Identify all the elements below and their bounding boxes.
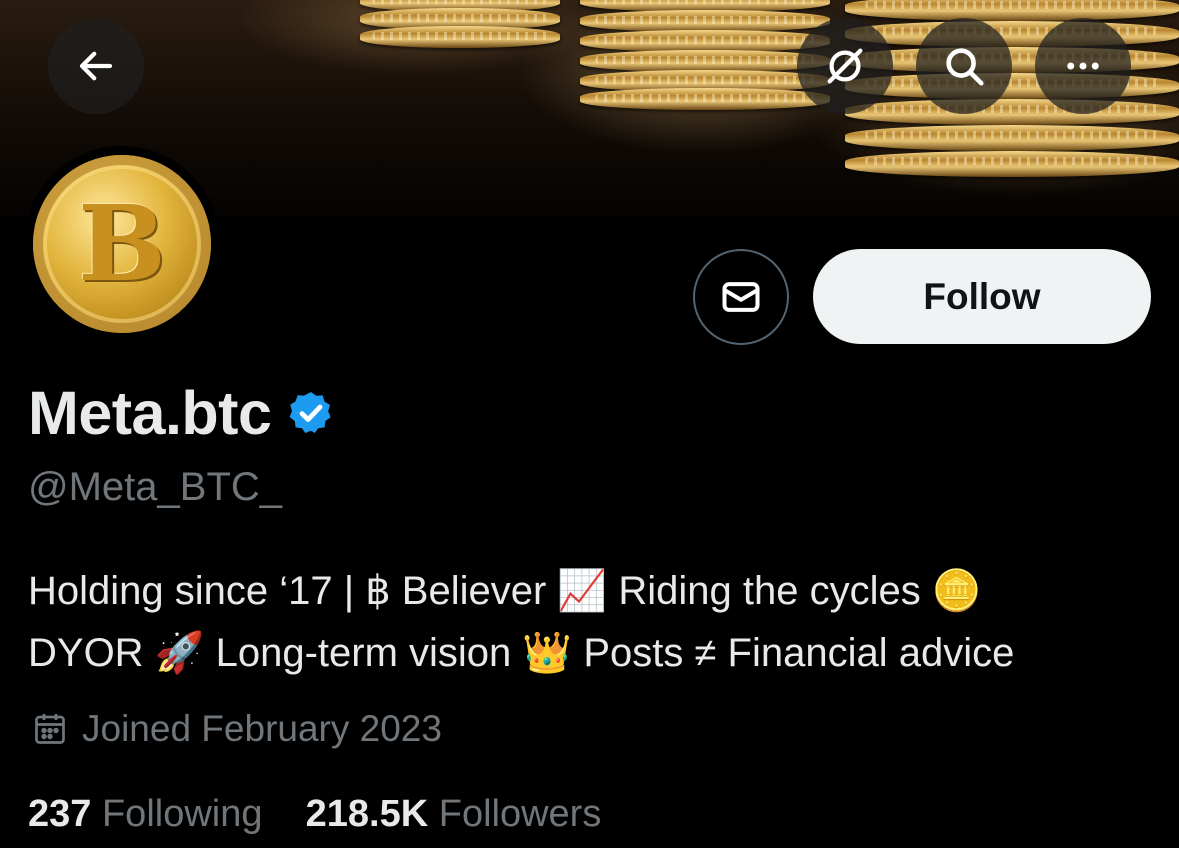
- envelope-icon: [722, 282, 760, 312]
- display-name: Meta.btc: [28, 379, 272, 447]
- search-button[interactable]: [916, 18, 1012, 114]
- back-button[interactable]: [48, 18, 144, 114]
- bitcoin-coin-image: B: [33, 155, 211, 333]
- arrow-left-icon: [79, 51, 113, 81]
- verified-badge-icon[interactable]: [287, 389, 335, 437]
- search-icon: [946, 48, 984, 86]
- coin-stack-right: [845, 0, 1179, 205]
- calendar-icon: [35, 714, 65, 744]
- followers-count: 218.5K: [305, 793, 429, 835]
- bitcoin-logo-icon: B: [78, 182, 166, 305]
- coin-stack-left: [360, 0, 560, 50]
- followers-label: Followers: [438, 793, 602, 835]
- avatar[interactable]: B: [24, 146, 220, 342]
- bio-line-1: Holding since ‘17 | ฿ Believer 📈 Riding …: [28, 569, 982, 613]
- grok-slash-circle-icon: [827, 48, 863, 84]
- follow-stats: 237 Following 218.5K Followers: [28, 793, 601, 836]
- more-button[interactable]: [1035, 18, 1131, 114]
- message-button[interactable]: [693, 249, 789, 345]
- following-label: Following: [101, 793, 263, 835]
- following-link[interactable]: 237 Following: [28, 793, 273, 835]
- coin-stack-center: [580, 0, 830, 120]
- bio-line-2: DYOR 🚀 Long-term vision 👑 Posts ≠ Financ…: [28, 631, 1015, 675]
- grok-button[interactable]: [797, 18, 893, 114]
- bio: Holding since ‘17 | ฿ Believer 📈 Riding …: [28, 560, 1158, 684]
- handle: @Meta_BTC_: [28, 465, 283, 509]
- joined-row: Joined February 2023: [32, 708, 442, 750]
- more-horizontal-icon: [1067, 62, 1099, 70]
- joined-date: Joined February 2023: [82, 708, 442, 749]
- display-name-row: Meta.btc: [28, 378, 335, 448]
- following-count: 237: [28, 793, 92, 835]
- followers-link[interactable]: 218.5K Followers: [306, 793, 602, 835]
- follow-button[interactable]: Follow: [813, 249, 1151, 344]
